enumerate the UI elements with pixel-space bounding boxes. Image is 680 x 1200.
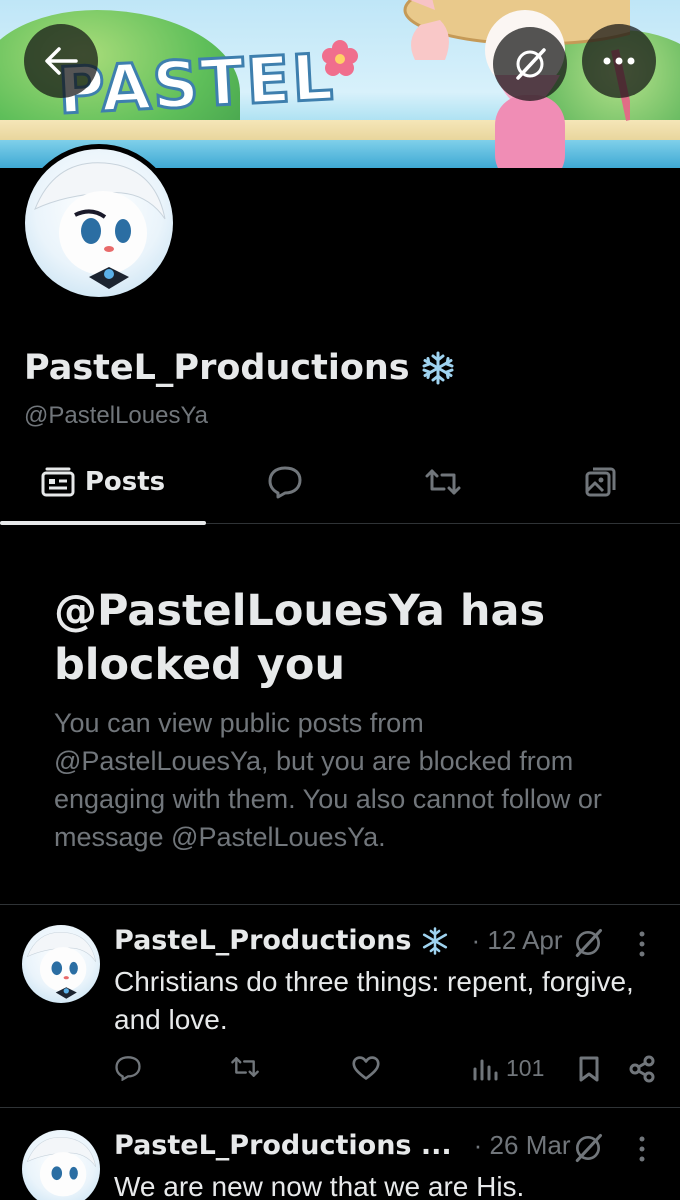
more-dots-icon bbox=[603, 57, 635, 65]
grok-icon bbox=[516, 48, 546, 80]
bookmark-icon bbox=[579, 1056, 599, 1082]
tab-posts-label: Posts bbox=[84, 467, 166, 497]
post-date[interactable]: · 12 Apr bbox=[472, 925, 563, 956]
blocked-title: @PastelLouesYa has blocked you bbox=[54, 586, 546, 690]
profile-banner[interactable]: PASTEL bbox=[0, 0, 680, 168]
repost-icon bbox=[231, 1057, 259, 1077]
grok-icon[interactable] bbox=[572, 927, 604, 959]
post-author-name[interactable]: PasteL_Productions bbox=[114, 925, 412, 956]
heart-icon bbox=[352, 1056, 380, 1080]
reply-button[interactable] bbox=[114, 1055, 142, 1081]
post-more-icon[interactable] bbox=[636, 1136, 648, 1162]
profile-handle: @PastelLouesYa bbox=[24, 402, 209, 429]
media-icon bbox=[585, 467, 616, 497]
tab-media[interactable] bbox=[522, 440, 680, 524]
blocked-description: You can view public posts from @PastelLo… bbox=[54, 708, 602, 852]
post-header: PasteL_Productions ... · 26 Mar bbox=[114, 1130, 570, 1161]
snowflake-icon bbox=[422, 351, 454, 385]
views-icon bbox=[473, 1059, 498, 1080]
grok-button[interactable] bbox=[493, 27, 567, 101]
post-avatar[interactable] bbox=[22, 925, 100, 1003]
profile-name-row: PasteL_Productions bbox=[24, 348, 456, 388]
profile-tabs: Posts bbox=[0, 440, 680, 525]
tab-reposts[interactable] bbox=[364, 440, 522, 524]
post-date[interactable]: · 26 Mar bbox=[474, 1130, 571, 1161]
reply-icon bbox=[115, 1056, 141, 1081]
share-icon bbox=[629, 1055, 655, 1083]
like-button[interactable] bbox=[352, 1055, 380, 1081]
back-arrow-icon bbox=[45, 47, 78, 75]
avatar-character-art bbox=[26, 1137, 97, 1197]
post-header: PasteL_Productions · 12 Apr bbox=[114, 925, 563, 956]
profile-avatar[interactable] bbox=[20, 144, 178, 302]
posts-icon bbox=[41, 467, 75, 497]
avatar-character-art bbox=[26, 932, 97, 999]
post[interactable]: PasteL_Productions · 12 Apr Christians d… bbox=[0, 905, 680, 1107]
snowflake-icon bbox=[422, 926, 447, 955]
grok-icon[interactable] bbox=[572, 1132, 604, 1164]
share-button[interactable] bbox=[628, 1055, 656, 1083]
repost-button[interactable] bbox=[230, 1055, 260, 1079]
tab-replies[interactable] bbox=[206, 440, 364, 524]
post[interactable]: PasteL_Productions ... · 26 Mar We are n… bbox=[0, 1108, 680, 1200]
post-text: Christians do three things: repent, forg… bbox=[114, 966, 634, 1035]
post-avatar[interactable] bbox=[22, 1130, 100, 1200]
replies-icon bbox=[268, 466, 302, 499]
views-count: 101 bbox=[506, 1055, 545, 1081]
post-author-name[interactable]: PasteL_Productions ... bbox=[114, 1130, 452, 1161]
banner-wordmark: PASTEL bbox=[55, 39, 338, 130]
post-text: We are new now that we are His. bbox=[114, 1171, 525, 1200]
tab-posts[interactable]: Posts bbox=[0, 440, 206, 525]
post-actions: 101 bbox=[114, 1055, 674, 1095]
post-more-icon[interactable] bbox=[636, 931, 648, 957]
active-tab-indicator bbox=[0, 521, 206, 525]
repost-icon bbox=[425, 469, 461, 495]
views-button[interactable]: 101 bbox=[472, 1055, 544, 1082]
flower-icon bbox=[322, 40, 358, 76]
avatar-character-art bbox=[25, 162, 166, 297]
profile-display-name: PasteL_Productions bbox=[24, 348, 410, 388]
bookmark-button[interactable] bbox=[578, 1055, 600, 1083]
back-button[interactable] bbox=[24, 24, 98, 98]
more-options-button[interactable] bbox=[582, 24, 656, 98]
